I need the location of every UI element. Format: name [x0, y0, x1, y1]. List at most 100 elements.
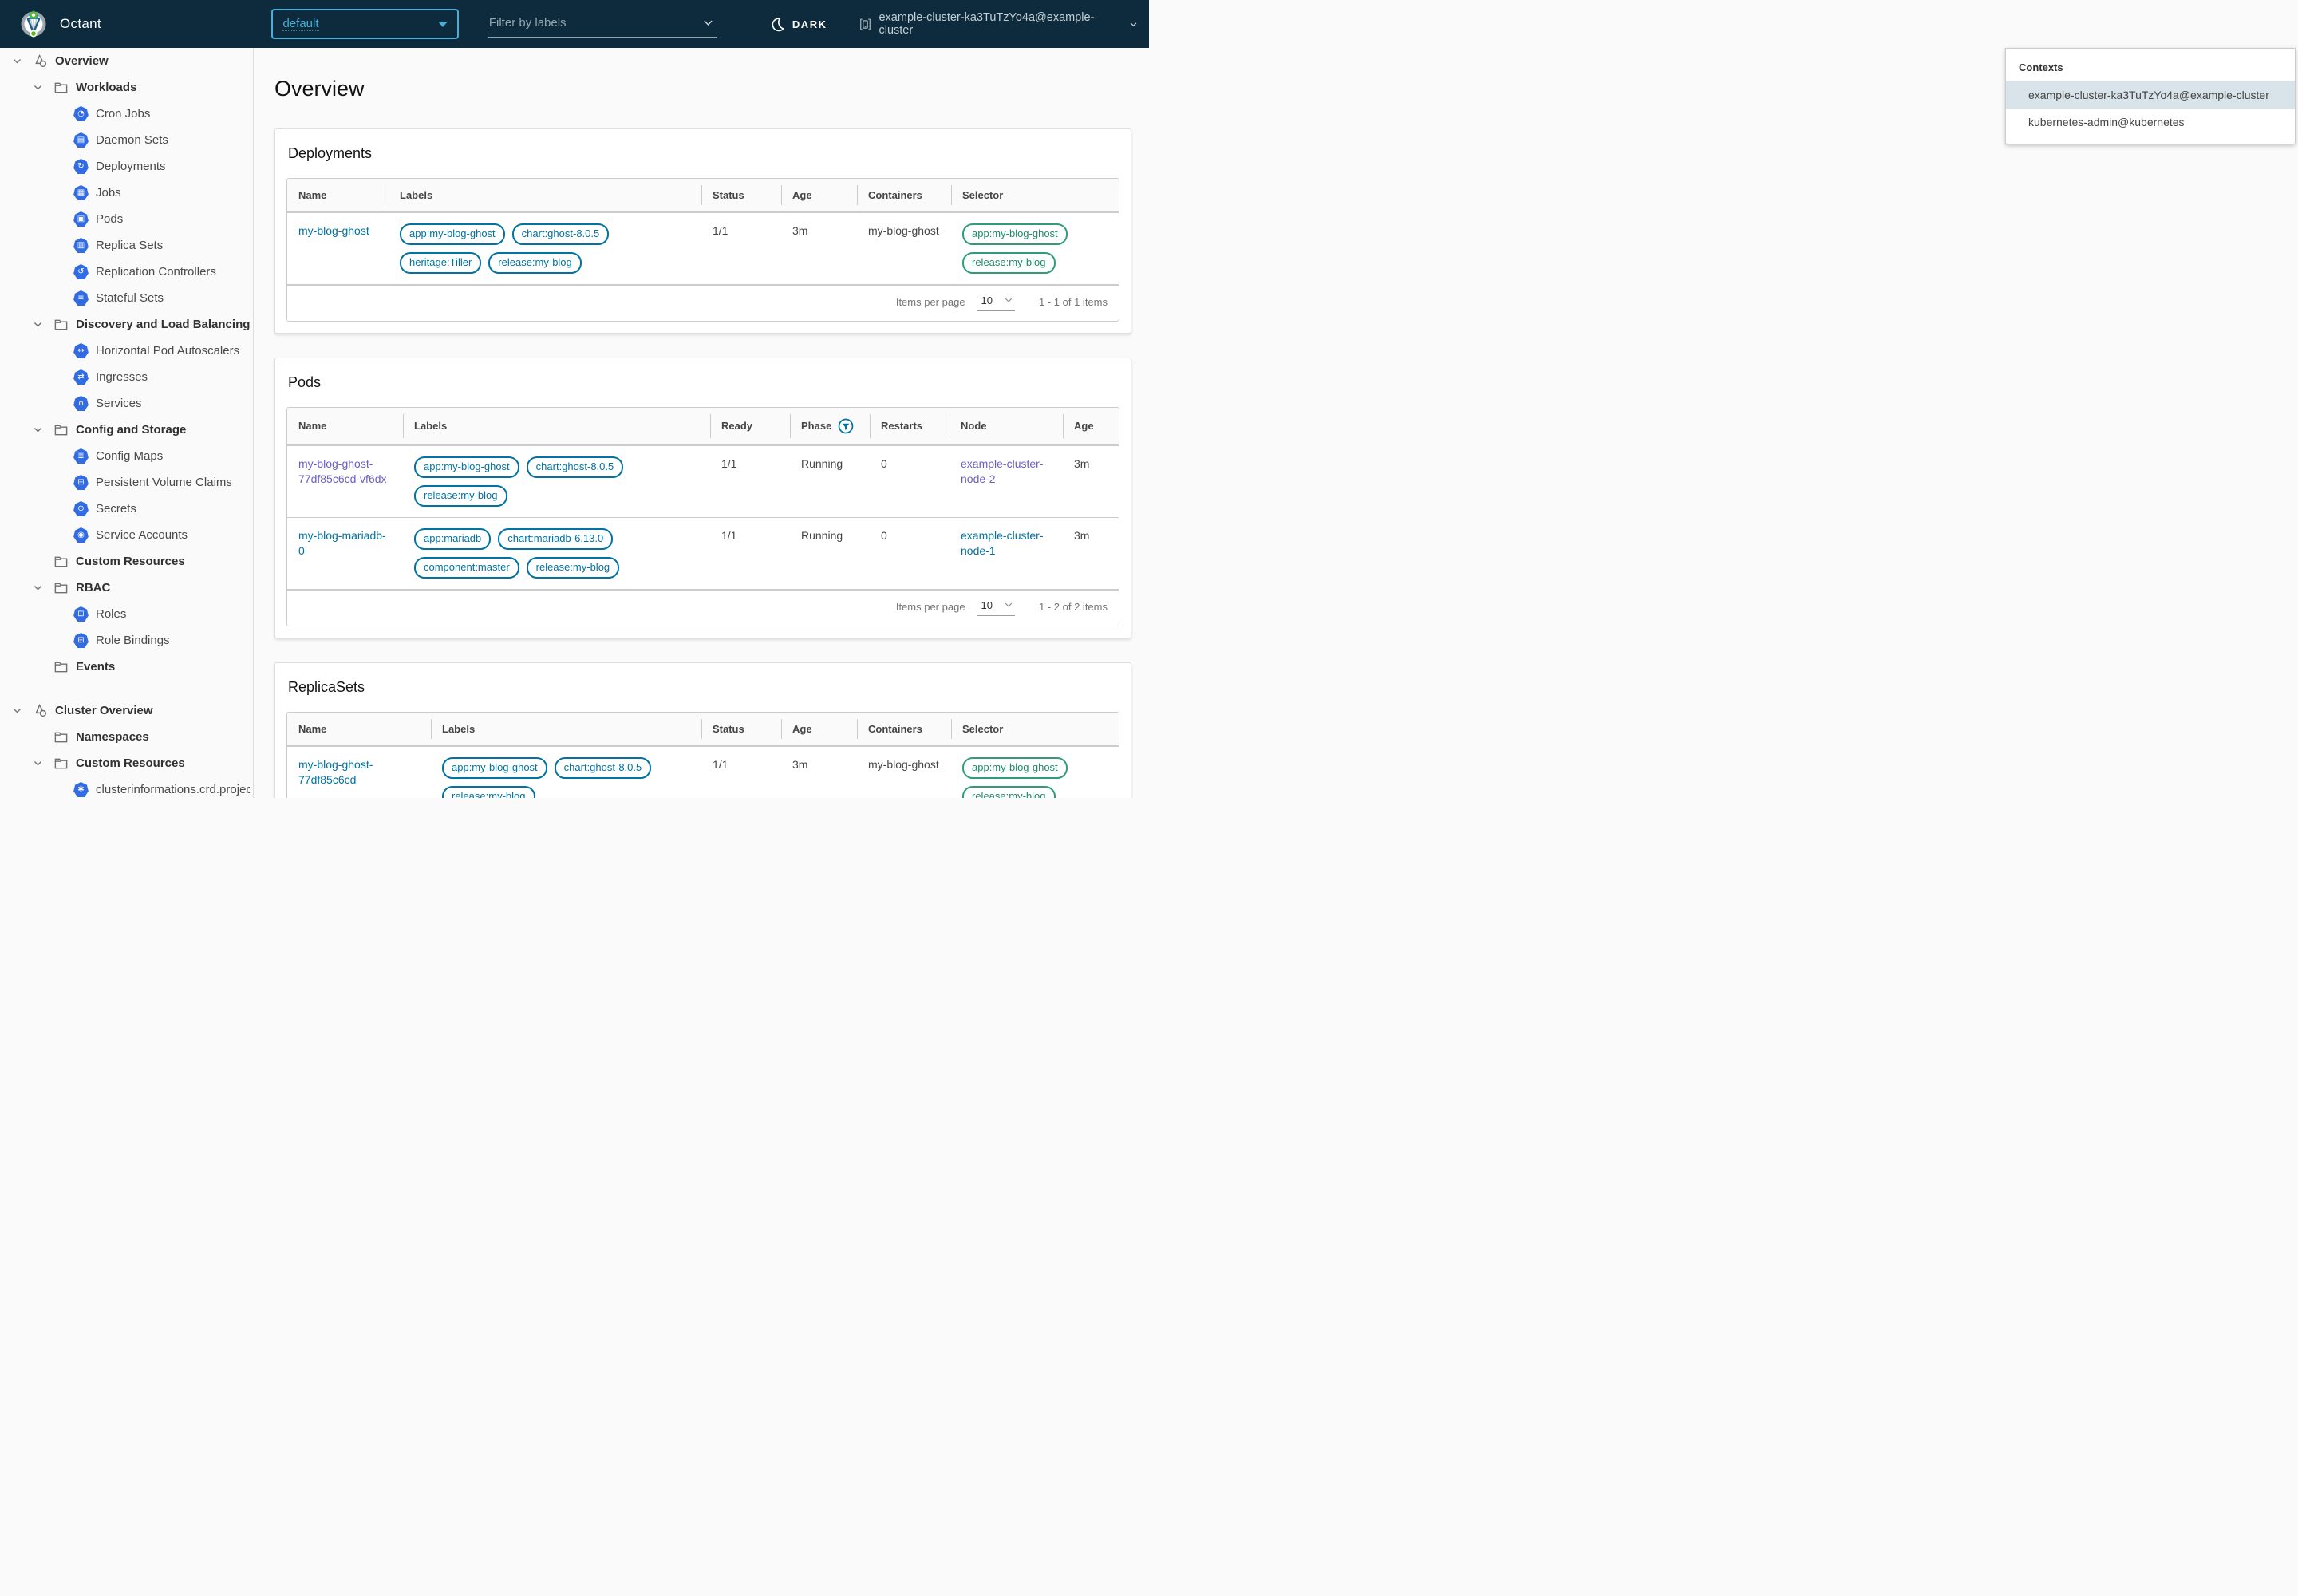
sidebar-item[interactable]: ◔ Cron Jobs — [0, 101, 253, 127]
sidebar-item[interactable]: ▦ Jobs — [0, 180, 253, 206]
pods-table-header: Name Labels Ready Phase Restarts Node Ag… — [287, 408, 1119, 446]
chevron-down-icon[interactable] — [29, 82, 46, 93]
label-badge[interactable]: chart:ghost-8.0.5 — [512, 223, 610, 245]
sidebar-item[interactable]: Workloads — [0, 74, 253, 101]
deployments-card: Deployments Name Labels Status Age Conta… — [274, 128, 1131, 334]
context-menu-item[interactable]: example-cluster-ka3TuTzYo4a@example-clus… — [2006, 81, 2295, 109]
sidebar-item[interactable]: ✱ clusterinformations.crd.projec — [0, 776, 253, 798]
label-badge[interactable]: release:my-blog — [527, 557, 620, 579]
sidebar-item-label: Services — [96, 397, 142, 410]
sidebar-item[interactable]: ↻ Deployments — [0, 153, 253, 180]
selector-badge[interactable]: app:my-blog-ghost — [962, 223, 1068, 245]
label-badge[interactable]: app:my-blog-ghost — [442, 757, 547, 779]
phase-cell: Running — [790, 446, 870, 517]
selector-badge[interactable]: release:my-blog — [962, 252, 1056, 274]
sidebar-item[interactable]: Cluster Overview — [0, 697, 253, 724]
sidebar-item[interactable]: ◉ Service Accounts — [0, 522, 253, 548]
sidebar-item[interactable]: ⊡ Roles — [0, 601, 253, 627]
label-badge[interactable]: component:master — [414, 557, 519, 579]
sidebar-item[interactable]: ⊙ Secrets — [0, 496, 253, 522]
label-badge[interactable]: chart:ghost-8.0.5 — [555, 757, 652, 779]
restarts-cell: 0 — [870, 518, 950, 589]
resource-icon: ▤ — [73, 132, 89, 148]
chevron-down-icon[interactable] — [29, 556, 46, 567]
deployment-link[interactable]: my-blog-ghost — [298, 224, 369, 237]
label-filter-input[interactable]: Filter by labels — [488, 10, 717, 38]
node-link[interactable]: example-cluster-node-1 — [961, 529, 1043, 557]
sidebar-item[interactable]: ▥ Replica Sets — [0, 232, 253, 259]
sidebar-item[interactable]: ⇄ Ingresses — [0, 364, 253, 390]
pod-link[interactable]: my-blog-mariadb-0 — [298, 529, 386, 557]
chevron-down-icon[interactable] — [29, 662, 46, 672]
sidebar-item[interactable]: ⋔ Services — [0, 390, 253, 417]
sidebar-item[interactable]: ↺ Replication Controllers — [0, 259, 253, 285]
sidebar-item[interactable]: ↔ Horizontal Pod Autoscalers — [0, 338, 253, 364]
label-badge[interactable]: app:my-blog-ghost — [400, 223, 505, 245]
selector-badge[interactable]: release:my-blog — [962, 786, 1056, 798]
chevron-down-icon[interactable] — [29, 425, 46, 435]
chevron-down-icon[interactable] — [29, 583, 46, 593]
sidebar-item[interactable]: Custom Resources — [0, 548, 253, 575]
sidebar-item-label: Custom Resources — [76, 757, 185, 770]
label-badge[interactable]: app:my-blog-ghost — [414, 456, 519, 478]
sidebar-item[interactable]: Overview — [0, 48, 253, 74]
sidebar-item-label: Events — [76, 660, 115, 674]
page-size-select[interactable]: 10 — [977, 598, 1015, 616]
context-menu-item[interactable]: kubernetes-admin@kubernetes — [2006, 109, 2295, 136]
sidebar-item-label: Role Bindings — [96, 634, 170, 647]
theme-toggle-button[interactable]: DARK — [770, 17, 827, 32]
cluster-context-icon — [859, 18, 872, 31]
chevron-down-icon[interactable] — [29, 732, 46, 742]
ready-cell: 1/1 — [710, 446, 790, 517]
selector-cell: app:my-blog-ghost release:my-blog — [951, 213, 1119, 284]
label-badge[interactable]: release:my-blog — [442, 786, 535, 798]
sidebar-item[interactable]: ≡ Stateful Sets — [0, 285, 253, 311]
sidebar-item-label: Discovery and Load Balancing — [76, 318, 250, 331]
column-header-age: Age — [781, 713, 857, 745]
sidebar-item[interactable]: Custom Resources — [0, 750, 253, 776]
resource-icon: ▥ — [73, 238, 89, 253]
sidebar-item[interactable]: Events — [0, 654, 253, 680]
sidebar-item[interactable]: ⊞ Role Bindings — [0, 627, 253, 654]
context-selector[interactable]: example-cluster-ka3TuTzYo4a@example-clus… — [859, 11, 1138, 37]
column-header-name: Name — [287, 713, 431, 745]
label-badge[interactable]: chart:ghost-8.0.5 — [527, 456, 624, 478]
resource-icon: ↔ — [73, 343, 89, 358]
label-badge[interactable]: heritage:Tiller — [400, 252, 481, 274]
column-header-containers: Containers — [857, 713, 951, 745]
label-badge[interactable]: app:mariadb — [414, 528, 491, 550]
sidebar-item[interactable]: ▣ Pods — [0, 206, 253, 232]
replicaset-link[interactable]: my-blog-ghost-77df85c6cd — [298, 758, 373, 786]
label-badge[interactable]: release:my-blog — [488, 252, 582, 274]
chevron-down-icon[interactable] — [29, 758, 46, 768]
resource-icon: ▦ — [73, 185, 89, 200]
column-header-selector: Selector — [951, 179, 1119, 211]
chevron-down-icon[interactable] — [8, 56, 26, 66]
namespace-select[interactable]: default — [271, 9, 458, 39]
node-link[interactable]: example-cluster-node-2 — [961, 457, 1043, 485]
pods-table-body: my-blog-ghost-77df85c6cd-vf6dx app:my-bl… — [287, 446, 1119, 589]
sidebar-item[interactable]: ⊟ Persistent Volume Claims — [0, 469, 253, 496]
chevron-down-icon[interactable] — [702, 17, 714, 29]
column-filter-icon[interactable] — [838, 418, 854, 434]
sidebar-item[interactable]: RBAC — [0, 575, 253, 601]
sidebar-item[interactable]: Config and Storage — [0, 417, 253, 443]
pods-card-title: Pods — [286, 369, 1119, 407]
replicasets-table-header: Name Labels Status Age Containers Select… — [287, 713, 1119, 747]
label-badge[interactable]: release:my-blog — [414, 485, 507, 507]
label-badge[interactable]: chart:mariadb-6.13.0 — [498, 528, 613, 550]
sidebar-item[interactable]: Discovery and Load Balancing — [0, 311, 253, 338]
sidebar-item[interactable]: ▤ Daemon Sets — [0, 127, 253, 153]
sidebar-item-label: Config and Storage — [76, 423, 186, 437]
pod-link[interactable]: my-blog-ghost-77df85c6cd-vf6dx — [298, 457, 387, 485]
selector-badge[interactable]: app:my-blog-ghost — [962, 757, 1068, 779]
page-size-select[interactable]: 10 — [977, 293, 1015, 311]
namespace-overview-icon — [32, 703, 48, 719]
sidebar-item[interactable]: ≣ Config Maps — [0, 443, 253, 469]
resource-icon: ≣ — [73, 448, 89, 464]
pods-table: Name Labels Ready Phase Restarts Node Ag… — [286, 407, 1119, 626]
chevron-down-icon[interactable] — [29, 319, 46, 330]
chevron-down-icon[interactable] — [8, 705, 26, 716]
sidebar-item[interactable]: Namespaces — [0, 724, 253, 750]
octant-logo-icon — [19, 10, 48, 38]
